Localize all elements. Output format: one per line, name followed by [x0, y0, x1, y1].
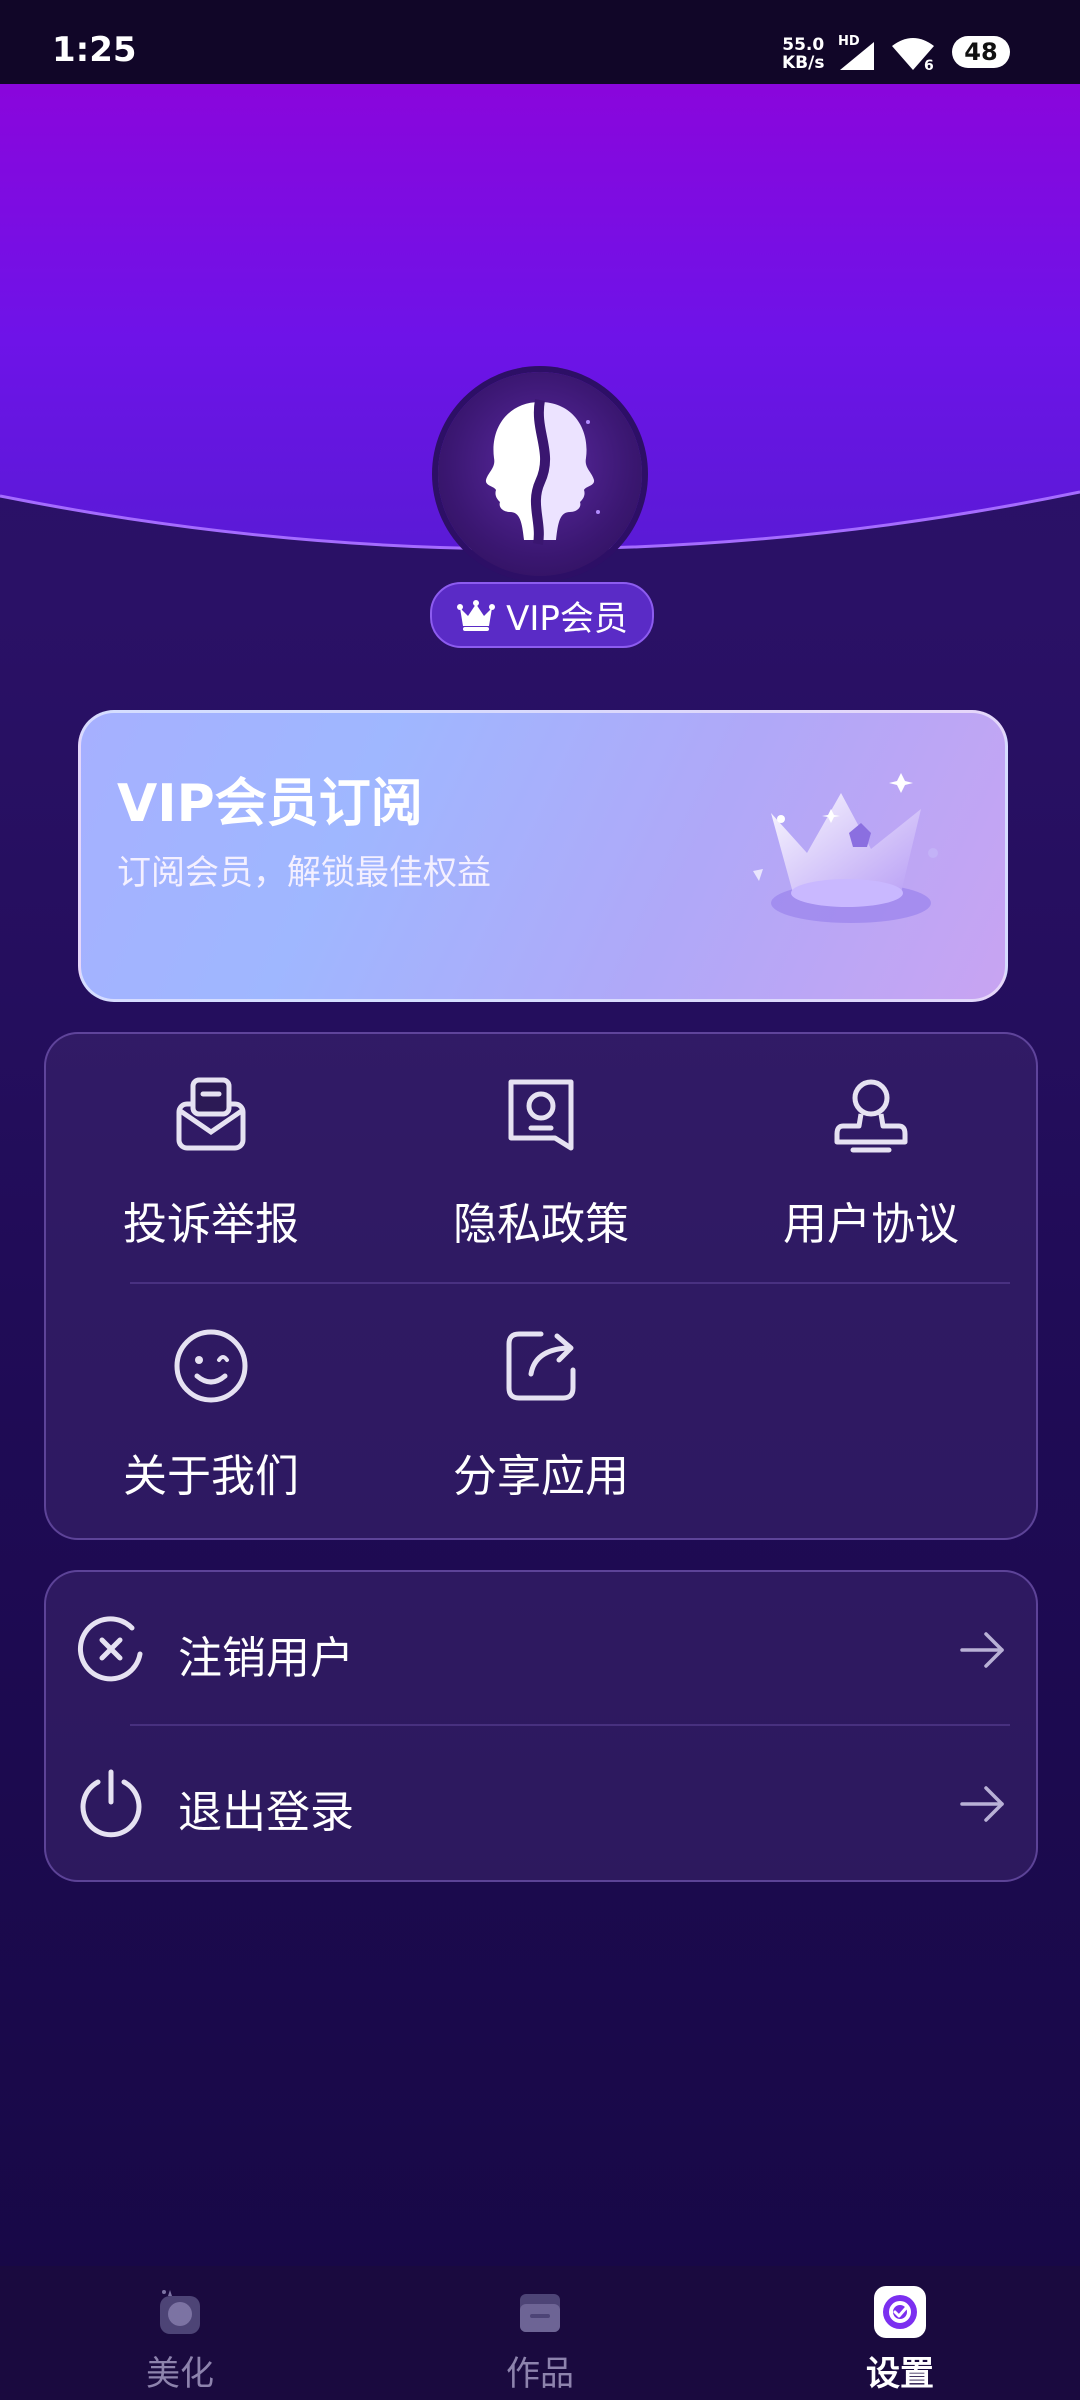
power-icon — [80, 1769, 142, 1838]
list-item-logout[interactable]: 退出登录 — [46, 1726, 1036, 1876]
wifi-badge: 6 — [924, 58, 934, 74]
list-item-label: 注销用户 — [178, 1633, 354, 1684]
crown-icon — [457, 600, 496, 631]
grid-item-label: 关于我们 — [123, 1451, 299, 1502]
vip-subscribe-card[interactable]: VIP会员订阅 订阅会员，解锁最佳权益 — [78, 710, 1008, 1002]
network-speed: 55.0 KB/s — [782, 35, 825, 73]
grid-item-privacy[interactable]: 隐私政策 — [376, 1034, 706, 1250]
nav-tab-label: 设置 — [866, 2354, 934, 2394]
bottom-navigation: 美化 作品 设置 — [0, 2266, 1080, 2400]
account-actions-card: 注销用户 退出登录 — [44, 1570, 1038, 1882]
grid-item-complaint[interactable]: 投诉举报 — [46, 1034, 376, 1250]
privacy-doc-icon — [508, 1079, 574, 1151]
vip-card-subtitle: 订阅会员，解锁最佳权益 — [117, 853, 491, 893]
signal-icon — [840, 42, 874, 70]
settings-grid-card: 投诉举报 隐私政策 用户协议 关于我们 分享应用 — [44, 1032, 1038, 1540]
grid-divider — [130, 1282, 1010, 1284]
vip-membership-badge[interactable]: VIP会员 — [430, 582, 654, 648]
share-icon — [506, 1331, 576, 1401]
arrow-right-icon — [960, 1786, 1004, 1822]
battery-indicator: 48 — [952, 36, 1010, 68]
grid-item-label: 隐私政策 — [453, 1199, 629, 1250]
nav-tab-beautify[interactable]: 美化 — [0, 2266, 360, 2400]
vip-membership-label: VIP会员 — [506, 598, 628, 639]
nav-tab-works[interactable]: 作品 — [360, 2266, 720, 2400]
cancel-circle-icon — [77, 1616, 143, 1682]
vip-card-title: VIP会员订阅 — [117, 774, 423, 834]
beautify-icon — [160, 2290, 200, 2334]
grid-item-label: 分享应用 — [453, 1451, 629, 1502]
grid-item-about-us[interactable]: 关于我们 — [46, 1286, 376, 1502]
arrow-right-icon — [960, 1632, 1004, 1668]
list-item-cancel-account[interactable]: 注销用户 — [46, 1572, 1036, 1722]
nav-tab-label: 作品 — [506, 2354, 574, 2394]
user-agreement-icon — [834, 1079, 908, 1153]
settings-icon — [874, 2286, 926, 2338]
grid-item-label: 投诉举报 — [123, 1199, 299, 1250]
grid-item-share-app[interactable]: 分享应用 — [376, 1286, 706, 1502]
list-item-label: 退出登录 — [178, 1787, 354, 1838]
crown-illustration-icon — [753, 773, 938, 923]
status-bar: 1:25 55.0 KB/s HD 6 48 — [0, 0, 1080, 84]
status-time: 1:25 — [52, 30, 137, 70]
dual-face-icon — [485, 399, 600, 545]
works-folder-icon — [520, 2294, 560, 2332]
nav-tab-settings[interactable]: 设置 — [720, 2266, 1080, 2400]
mail-report-icon — [176, 1077, 246, 1151]
avatar[interactable] — [438, 372, 642, 576]
grid-item-label: 用户协议 — [783, 1199, 959, 1250]
smile-icon — [174, 1329, 248, 1403]
grid-item-user-agreement[interactable]: 用户协议 — [706, 1034, 1036, 1250]
nav-tab-label: 美化 — [146, 2354, 214, 2394]
